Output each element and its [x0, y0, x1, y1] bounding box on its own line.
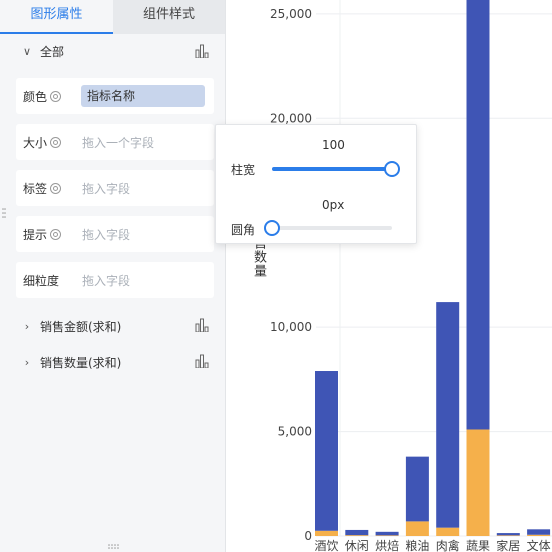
chevron-right-icon: ›: [24, 356, 30, 369]
bar-width-slider-handle[interactable]: [384, 161, 400, 177]
chevron-down-icon: ∨: [22, 45, 32, 58]
section-sales-qty[interactable]: › 销售数量(求和): [22, 354, 122, 371]
settings-icon[interactable]: [50, 91, 62, 102]
bar-width-slider[interactable]: [272, 161, 400, 177]
section-sales-amount[interactable]: › 销售金额(求和): [22, 318, 122, 335]
drag-handle-icon[interactable]: [2, 208, 6, 218]
bar-segment[interactable]: [405, 456, 429, 522]
settings-icon[interactable]: [50, 229, 62, 240]
field-size[interactable]: 大小 拖入一个字段: [16, 124, 214, 160]
bar-segment[interactable]: [466, 0, 490, 430]
field-label-dropzone[interactable]: 拖入字段: [82, 180, 130, 197]
field-tooltip-label: 提示: [23, 226, 62, 243]
bar-width-slider-fill: [272, 167, 392, 171]
panel-tabs: 图形属性 组件样式: [0, 0, 225, 34]
chevron-right-icon: ›: [24, 320, 30, 333]
bar-chart-icon[interactable]: [195, 44, 209, 58]
bar-segment[interactable]: [527, 529, 551, 535]
bar-segment[interactable]: [405, 521, 429, 536]
bar-segment[interactable]: [496, 535, 520, 536]
section-sales-qty-label: 销售数量(求和): [40, 356, 122, 370]
bar-style-popover: 100 柱宽 0px 圆角: [215, 124, 417, 244]
settings-icon[interactable]: [50, 137, 62, 148]
corner-radius-slider[interactable]: [264, 220, 392, 236]
resize-handle-icon[interactable]: [107, 544, 121, 549]
bar-chart-icon[interactable]: [195, 354, 209, 368]
corner-radius-slider-handle[interactable]: [264, 220, 280, 236]
y-tick-label: 25,000: [270, 7, 312, 21]
bar-segment[interactable]: [315, 530, 338, 536]
bar-segment[interactable]: [375, 531, 399, 536]
bar-segment[interactable]: [345, 535, 369, 536]
y-tick-label: 0: [304, 529, 312, 543]
tab-component-style[interactable]: 组件样式: [113, 0, 225, 34]
bar-width-value: 100: [322, 138, 345, 152]
bar-segment[interactable]: [315, 371, 338, 531]
x-category-label: 酒饮: [314, 539, 338, 552]
x-category-label: 休闲: [345, 539, 369, 552]
bar-segment[interactable]: [345, 529, 369, 536]
x-category-label: 肉禽: [436, 538, 460, 552]
bar-chart-icon[interactable]: [195, 318, 209, 332]
color-field-pill[interactable]: 指标名称: [81, 85, 205, 107]
field-color-label: 颜色: [23, 88, 62, 105]
y-tick-label: 10,000: [270, 320, 312, 334]
field-label[interactable]: 标签 拖入字段: [16, 170, 214, 206]
bar-segment[interactable]: [496, 533, 520, 536]
section-all-label: 全部: [40, 45, 65, 59]
x-category-label: 文体: [527, 538, 551, 552]
field-granularity-dropzone[interactable]: 拖入字段: [82, 272, 130, 289]
bar-segment[interactable]: [436, 527, 460, 536]
x-category-label: 家居: [496, 538, 520, 552]
field-size-dropzone[interactable]: 拖入一个字段: [82, 134, 154, 151]
field-color[interactable]: 颜色 指标名称: [16, 78, 214, 114]
field-granularity[interactable]: 细粒度 拖入字段: [16, 262, 214, 298]
corner-radius-label: 圆角: [231, 223, 256, 237]
x-category-label: 蔬果: [466, 539, 490, 552]
field-tooltip[interactable]: 提示 拖入字段: [16, 216, 214, 252]
tab-graphic-properties[interactable]: 图形属性: [0, 0, 113, 34]
bar-segment[interactable]: [375, 535, 399, 536]
field-label-label: 标签: [23, 180, 62, 197]
bar-width-label: 柱宽: [231, 163, 256, 177]
field-size-label: 大小: [23, 134, 62, 151]
properties-panel: 图形属性 组件样式 ∨ 全部 颜色 指标名称 大小 拖入一个字段 标签 拖入字段…: [0, 0, 226, 552]
x-category-label: 烘焙: [375, 538, 399, 552]
y-tick-label: 5,000: [278, 425, 312, 439]
settings-icon[interactable]: [50, 183, 62, 194]
section-all[interactable]: ∨ 全部: [22, 43, 64, 60]
bar-segment[interactable]: [436, 302, 460, 528]
bar-segment[interactable]: [527, 534, 551, 536]
field-granularity-label: 细粒度: [23, 274, 60, 288]
section-sales-amount-label: 销售金额(求和): [40, 320, 122, 334]
field-tooltip-dropzone[interactable]: 拖入字段: [82, 226, 130, 243]
bar-segment[interactable]: [466, 429, 490, 536]
x-category-label: 粮油: [405, 538, 429, 552]
corner-radius-value: 0px: [322, 198, 345, 212]
